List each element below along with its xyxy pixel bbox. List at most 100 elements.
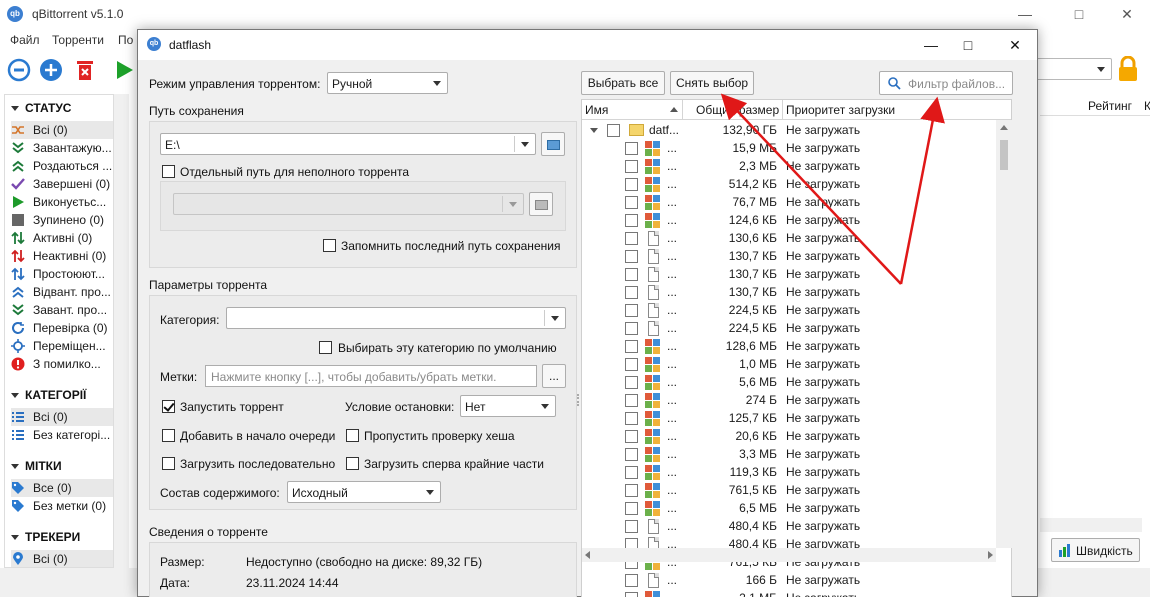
tree-row-file[interactable]: ... 130,7 КБ Не загружать bbox=[582, 265, 997, 283]
sidebar-item-errored[interactable]: З помилко... bbox=[11, 355, 117, 373]
dialog-close-icon[interactable]: ✕ bbox=[1000, 35, 1030, 55]
sidebar-item-checking[interactable]: Перевірка (0) bbox=[11, 319, 117, 337]
close-icon[interactable]: ✕ bbox=[1112, 4, 1142, 24]
default-category-checkbox[interactable] bbox=[319, 341, 332, 354]
incomplete-path-combo[interactable] bbox=[173, 193, 524, 215]
file-checkbox[interactable] bbox=[625, 412, 638, 425]
file-checkbox[interactable] bbox=[625, 376, 638, 389]
sidebar-item-seeding[interactable]: Роздаються ... bbox=[11, 157, 117, 175]
separate-path-checkbox[interactable] bbox=[162, 165, 175, 178]
categories-header[interactable]: КАТЕГОРІЇ bbox=[11, 388, 86, 402]
delete-icon[interactable] bbox=[73, 58, 97, 82]
column-header-size[interactable]: Общий размер bbox=[696, 103, 779, 117]
file-checkbox[interactable] bbox=[625, 286, 638, 299]
filter-combo[interactable] bbox=[1035, 58, 1112, 80]
file-checkbox[interactable] bbox=[625, 448, 638, 461]
trackers-header[interactable]: ТРЕКЕРИ bbox=[11, 530, 80, 544]
file-checkbox[interactable] bbox=[625, 214, 638, 227]
content-layout-combo[interactable]: Исходный bbox=[287, 481, 441, 503]
start-torrent-checkbox[interactable] bbox=[162, 400, 175, 413]
file-checkbox[interactable] bbox=[625, 268, 638, 281]
tree-row-file[interactable]: ... 20,6 КБ Не загружать bbox=[582, 427, 997, 445]
sidebar-item-downloading[interactable]: Завантажую... bbox=[11, 139, 117, 157]
tree-row-file[interactable]: ... 514,2 КБ Не загружать bbox=[582, 175, 997, 193]
browse-folder-button[interactable] bbox=[541, 132, 565, 156]
sidebar-item-tag-all[interactable]: Все (0) bbox=[11, 479, 117, 497]
tree-row-file[interactable]: ... 761,5 КБ Не загружать bbox=[582, 481, 997, 499]
column-header-priority[interactable]: Приоритет загрузки bbox=[786, 103, 895, 117]
sidebar-item-category-all[interactable]: Всі (0) bbox=[11, 408, 117, 426]
start-icon[interactable] bbox=[112, 58, 136, 82]
file-checkbox[interactable] bbox=[625, 466, 638, 479]
tree-row-file[interactable]: ...2,1 МБНе загружать bbox=[582, 589, 997, 597]
tree-row-file[interactable]: ... 224,5 КБ Не загружать bbox=[582, 319, 997, 337]
tree-row-file[interactable]: ... 166 Б Не загружать bbox=[582, 571, 997, 589]
sidebar-item-stalled[interactable]: Простоюют... bbox=[11, 265, 117, 283]
scroll-right-arrow-icon[interactable] bbox=[988, 551, 993, 559]
sidebar-scrollbar[interactable] bbox=[113, 94, 129, 568]
file-tree-vscrollbar[interactable] bbox=[996, 120, 1012, 548]
file-checkbox[interactable] bbox=[625, 394, 638, 407]
file-checkbox[interactable] bbox=[625, 196, 638, 209]
scroll-up-arrow-icon[interactable] bbox=[1000, 125, 1008, 130]
dialog-maximize-icon[interactable]: □ bbox=[953, 35, 983, 55]
scrollbar-thumb[interactable] bbox=[1000, 140, 1008, 170]
tree-row-file[interactable]: ... 124,6 КБ Не загружать bbox=[582, 211, 997, 229]
menu-more[interactable]: По bbox=[118, 33, 133, 47]
file-checkbox[interactable] bbox=[625, 304, 638, 317]
save-path-combo[interactable]: E:\ bbox=[160, 133, 536, 155]
file-checkbox[interactable] bbox=[607, 124, 620, 137]
sidebar-item-inactive[interactable]: Неактивні (0) bbox=[11, 247, 117, 265]
menu-torrents[interactable]: Торренти bbox=[52, 33, 104, 47]
sequential-download-checkbox[interactable] bbox=[162, 457, 175, 470]
status-header[interactable]: СТАТУС bbox=[11, 101, 71, 115]
category-combo[interactable] bbox=[226, 307, 566, 329]
tree-row-file[interactable]: ... 6,5 МБ Не загружать bbox=[582, 499, 997, 517]
tree-row-root-folder[interactable]: datf... 132,90 ГБ Не загружать bbox=[582, 121, 997, 139]
file-checkbox[interactable] bbox=[625, 520, 638, 533]
tree-row-file[interactable]: ... 128,6 МБ Не загружать bbox=[582, 337, 997, 355]
add-link-icon[interactable] bbox=[7, 58, 31, 82]
browse-incomplete-folder-button[interactable] bbox=[529, 192, 553, 216]
tree-row-file[interactable]: ... 130,7 КБ Не загружать bbox=[582, 283, 997, 301]
rating-column-header[interactable]: Рейтинг К bbox=[1040, 96, 1150, 116]
sidebar-item-stalled-uploading[interactable]: Відвант. про... bbox=[11, 283, 117, 301]
torrent-list-hscrollbar[interactable] bbox=[1040, 518, 1142, 532]
first-last-pieces-checkbox[interactable] bbox=[346, 457, 359, 470]
file-checkbox[interactable] bbox=[625, 232, 638, 245]
stop-condition-combo[interactable]: Нет bbox=[460, 395, 556, 417]
dialog-minimize-icon[interactable]: — bbox=[916, 35, 946, 55]
file-checkbox[interactable] bbox=[625, 340, 638, 353]
tree-row-file[interactable]: ... 76,7 МБ Не загружать bbox=[582, 193, 997, 211]
expand-arrow-icon[interactable] bbox=[590, 128, 598, 133]
tree-row-file[interactable]: ... 2,3 МБ Не загружать bbox=[582, 157, 997, 175]
torrent-mode-combo[interactable]: Ручной bbox=[327, 72, 448, 94]
file-checkbox[interactable] bbox=[625, 322, 638, 335]
sidebar-item-stopped[interactable]: Зупинено (0) bbox=[11, 211, 117, 229]
file-checkbox[interactable] bbox=[625, 484, 638, 497]
file-checkbox[interactable] bbox=[625, 178, 638, 191]
tree-row-file[interactable]: ... 130,6 КБ Не загружать bbox=[582, 229, 997, 247]
sidebar-item-uncategorized[interactable]: Без категорі... bbox=[11, 426, 117, 444]
file-checkbox[interactable] bbox=[625, 358, 638, 371]
tree-row-file[interactable]: ... 224,5 КБ Не загружать bbox=[582, 301, 997, 319]
sidebar-item-completed[interactable]: Завершені (0) bbox=[11, 175, 117, 193]
tree-row-file[interactable]: ... 480,4 КБ Не загружать bbox=[582, 517, 997, 535]
sidebar-item-moving[interactable]: Переміщен... bbox=[11, 337, 117, 355]
sidebar-item-active[interactable]: Активні (0) bbox=[11, 229, 117, 247]
tags-input[interactable]: Нажмите кнопку [...], чтобы добавить/убр… bbox=[205, 365, 537, 387]
file-checkbox[interactable] bbox=[625, 502, 638, 515]
select-none-button[interactable]: Снять выбор bbox=[670, 71, 754, 95]
sidebar-item-tracker-all[interactable]: Всі (0) bbox=[11, 550, 117, 567]
select-all-button[interactable]: Выбрать все bbox=[581, 71, 665, 95]
file-checkbox[interactable] bbox=[625, 592, 638, 597]
file-checkbox[interactable] bbox=[625, 142, 638, 155]
add-torrent-icon[interactable] bbox=[39, 58, 63, 82]
tree-row-file[interactable]: ... 274 Б Не загружать bbox=[582, 391, 997, 409]
edit-tags-button[interactable]: ... bbox=[542, 364, 566, 388]
file-tree-hscrollbar[interactable] bbox=[582, 548, 996, 562]
tree-row-file[interactable]: ... 119,3 КБ Не загружать bbox=[582, 463, 997, 481]
tree-row-file[interactable]: ... 5,6 МБ Не загружать bbox=[582, 373, 997, 391]
lock-icon[interactable] bbox=[1117, 56, 1139, 82]
tree-row-file[interactable]: ... 1,0 МБ Не загружать bbox=[582, 355, 997, 373]
